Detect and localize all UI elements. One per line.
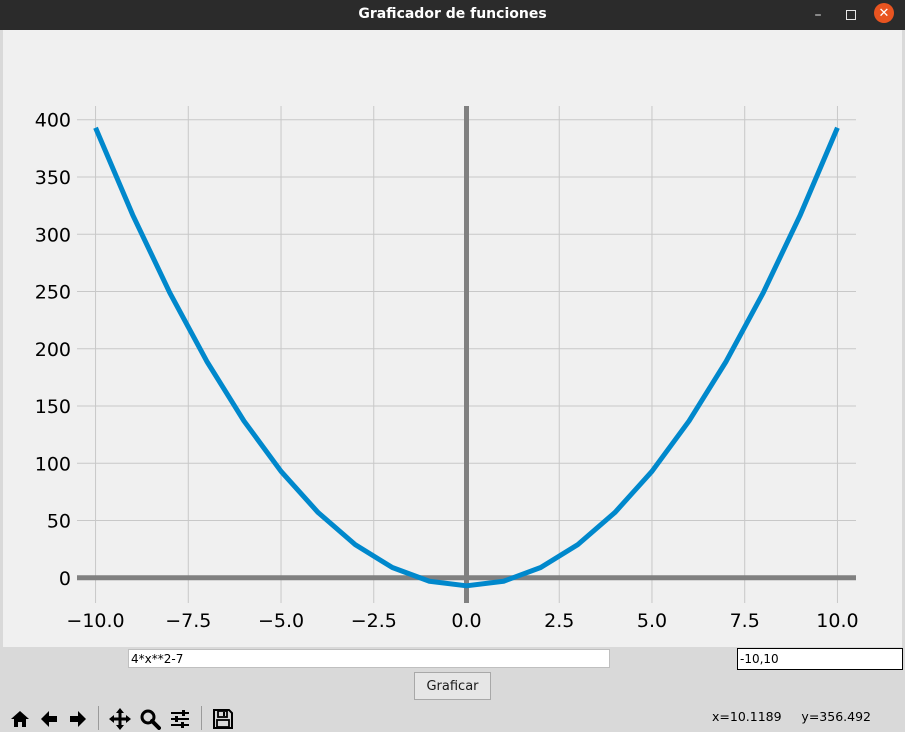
x-tick-label: 5.0 bbox=[637, 610, 667, 632]
y-tick-label: 0 bbox=[59, 568, 71, 590]
navigation-toolbar bbox=[5, 704, 245, 731]
y-tick-label: 150 bbox=[35, 396, 71, 418]
y-tick-label: 300 bbox=[35, 224, 71, 246]
zero-axes bbox=[77, 106, 856, 603]
plot-canvas[interactable]: −10.0 −7.5 −5.0 −2.5 0.0 2.5 5.0 7.5 10.0 0 50 100… bbox=[3, 30, 902, 647]
close-icon: ✕ bbox=[878, 5, 890, 21]
pan-icon bbox=[109, 708, 131, 730]
y-tick-labels: 0 50 100 150 200 250 300 350 400 bbox=[35, 110, 71, 590]
title-bar: Graficador de funciones – ✕ bbox=[0, 0, 905, 30]
x-tick-labels: −10.0 −7.5 −5.0 −2.5 0.0 2.5 5.0 7.5 10.0 bbox=[66, 610, 858, 632]
x-tick-label: −7.5 bbox=[165, 610, 211, 632]
toolbar-separator bbox=[201, 706, 202, 730]
zoom-button[interactable] bbox=[137, 706, 163, 732]
y-tick-label: 50 bbox=[47, 511, 71, 533]
configure-subplots-button[interactable] bbox=[167, 706, 193, 732]
range-input[interactable] bbox=[737, 648, 903, 670]
maximize-button[interactable] bbox=[840, 4, 862, 26]
back-icon bbox=[41, 711, 57, 727]
forward-icon bbox=[70, 711, 86, 727]
x-tick-label: 0.0 bbox=[451, 610, 481, 632]
home-button[interactable] bbox=[7, 706, 33, 732]
save-icon bbox=[213, 709, 233, 729]
x-tick-label: −2.5 bbox=[351, 610, 397, 632]
minimize-icon: – bbox=[814, 7, 822, 23]
back-button[interactable] bbox=[36, 706, 62, 732]
window-title: Graficador de funciones bbox=[358, 6, 547, 22]
x-tick-label: 2.5 bbox=[544, 610, 574, 632]
home-icon bbox=[11, 711, 29, 727]
y-tick-label: 400 bbox=[35, 110, 71, 132]
y-tick-label: 100 bbox=[35, 453, 71, 475]
save-button[interactable] bbox=[210, 706, 236, 732]
minimize-button[interactable]: – bbox=[807, 4, 829, 26]
function-input[interactable] bbox=[128, 649, 610, 668]
pan-button[interactable] bbox=[107, 706, 133, 732]
x-tick-label: −10.0 bbox=[66, 610, 124, 632]
x-tick-label: 7.5 bbox=[730, 610, 760, 632]
y-tick-label: 350 bbox=[35, 167, 71, 189]
y-tick-label: 200 bbox=[35, 339, 71, 361]
zoom-icon bbox=[140, 709, 161, 730]
x-tick-label: 10.0 bbox=[816, 610, 858, 632]
x-tick-label: −5.0 bbox=[258, 610, 304, 632]
cursor-coordinates: x=10.1189 y=356.492 bbox=[712, 709, 871, 724]
forward-button[interactable] bbox=[65, 706, 91, 732]
configure-subplots-icon bbox=[171, 710, 189, 728]
maximize-icon bbox=[846, 10, 856, 20]
toolbar-separator bbox=[98, 706, 99, 730]
function-plot[interactable]: −10.0 −7.5 −5.0 −2.5 0.0 2.5 5.0 7.5 10.0 0 50 100… bbox=[3, 30, 902, 647]
y-tick-label: 250 bbox=[35, 282, 71, 304]
plot-button[interactable]: Graficar bbox=[414, 672, 491, 700]
close-button[interactable]: ✕ bbox=[874, 3, 894, 23]
